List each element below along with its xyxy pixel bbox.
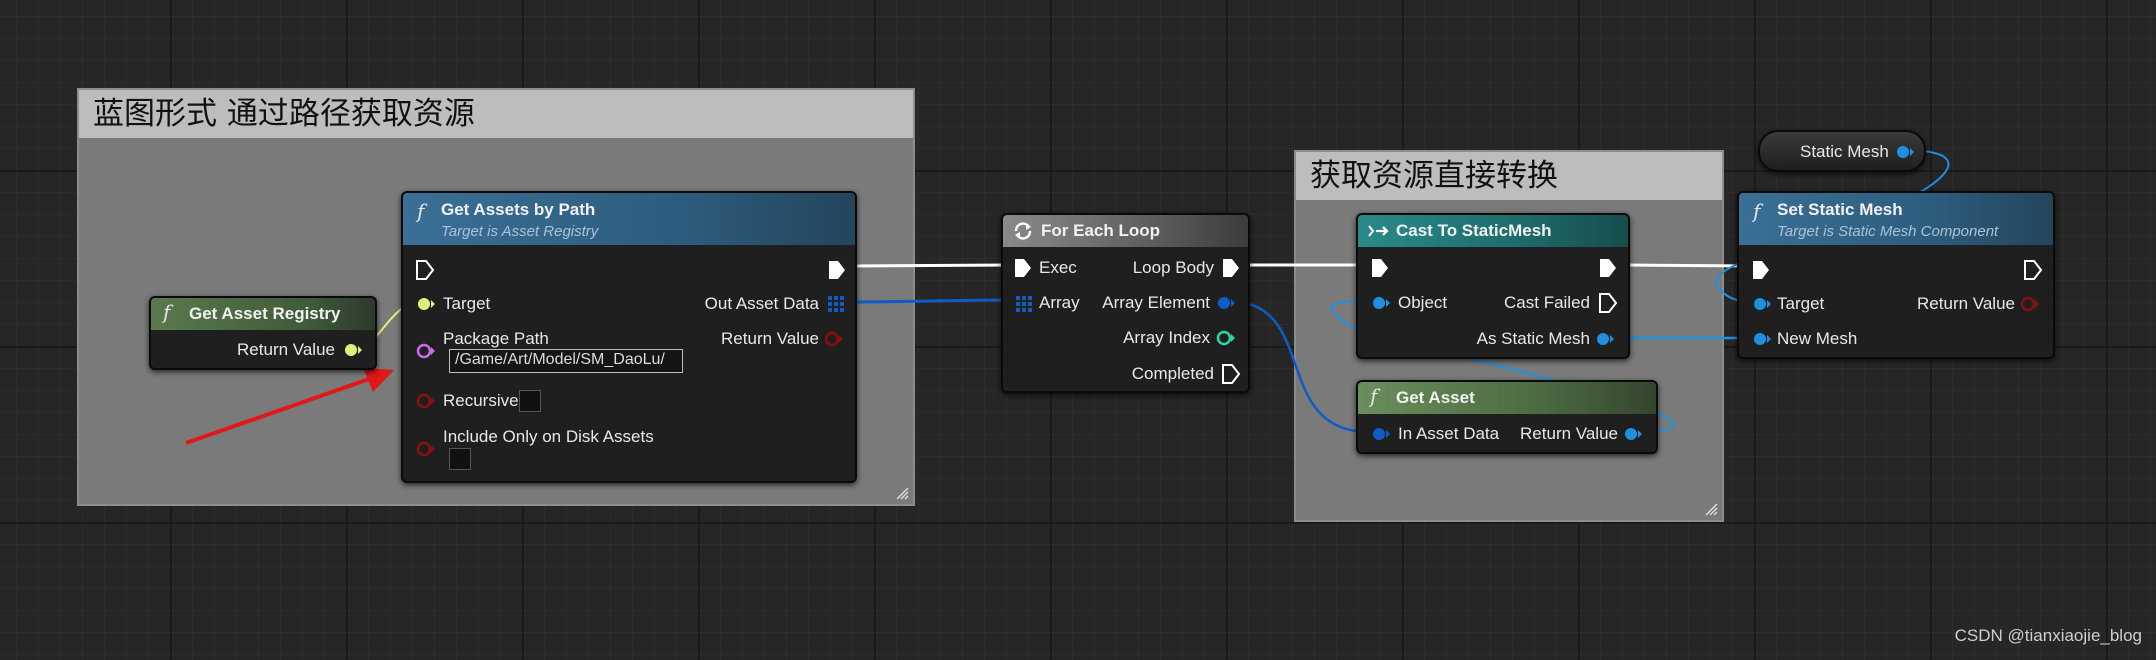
- cast-icon: [1368, 225, 1389, 237]
- node-get-asset-registry[interactable]: f Get Asset Registry Return Value: [149, 296, 377, 370]
- pin-label-object: Object: [1398, 293, 1448, 312]
- exec-in-pin-icon[interactable]: [415, 259, 435, 281]
- object-pin-icon[interactable]: [1894, 142, 1916, 162]
- pin-label-array: Array: [1039, 293, 1080, 312]
- array-pin-icon[interactable]: [827, 295, 845, 313]
- function-icon: f: [1370, 384, 1378, 408]
- node-for-each-loop[interactable]: For Each Loop Exec Array Loop Body Array…: [1001, 213, 1250, 393]
- object-pin-icon[interactable]: [1751, 294, 1773, 314]
- object-pin-icon[interactable]: [1594, 329, 1616, 349]
- node-get-asset[interactable]: f Get Asset In Asset Data Return Value: [1356, 380, 1658, 454]
- node-subtitle: Target is Static Mesh Component: [1777, 223, 1999, 240]
- exec-in-pin-icon[interactable]: [1013, 257, 1033, 279]
- string-pin-icon[interactable]: [415, 341, 437, 361]
- pin-label-new-mesh: New Mesh: [1777, 329, 1858, 348]
- function-icon: f: [417, 199, 425, 223]
- recursive-checkbox[interactable]: [519, 390, 541, 412]
- int-pin-icon[interactable]: [1215, 328, 1237, 348]
- pin-label-exec: Exec: [1039, 258, 1077, 277]
- annotation-arrow: [185, 368, 394, 445]
- registry-pin-icon[interactable]: [343, 340, 363, 360]
- node-header: Cast To StaticMesh: [1358, 215, 1628, 247]
- pin-label-cast-failed: Cast Failed: [1504, 293, 1590, 312]
- pin-label-out-asset-data: Out Asset Data: [704, 294, 819, 313]
- include-only-on-disk-checkbox[interactable]: [449, 448, 471, 470]
- pin-label-return-value: Return Value: [237, 340, 335, 359]
- bool-pin-icon[interactable]: [415, 439, 437, 459]
- package-path-input[interactable]: /Game/Art/Model/SM_DaoLu/: [449, 349, 683, 373]
- pin-label-loop-body: Loop Body: [1132, 258, 1214, 277]
- pin-label-completed: Completed: [1131, 364, 1214, 383]
- bool-pin-icon[interactable]: [823, 329, 845, 349]
- pin-label-as-static-mesh: As Static Mesh: [1476, 329, 1590, 348]
- pin-label-array-element: Array Element: [1102, 293, 1210, 312]
- array-pin-icon[interactable]: [1015, 295, 1033, 313]
- node-header: f Set Static Mesh Target is Static Mesh …: [1739, 193, 2053, 245]
- loop-icon: [1014, 222, 1032, 240]
- array-wire: [847, 298, 1013, 304]
- node-header: f Get Asset Registry: [151, 298, 375, 330]
- node-cast-to-static-mesh[interactable]: Cast To StaticMesh Object Cast Failed As…: [1356, 213, 1630, 359]
- node-header: f Get Asset: [1358, 382, 1656, 414]
- node-subtitle: Target is Asset Registry: [441, 223, 599, 240]
- exec-out-pin-icon[interactable]: [1221, 257, 1241, 279]
- node-header: f Get Assets by Path Target is Asset Reg…: [403, 193, 855, 245]
- node-header: For Each Loop: [1003, 215, 1248, 247]
- pin-label-target: Target: [443, 294, 491, 313]
- pin-label-target: Target: [1777, 294, 1825, 313]
- exec-out-pin-icon[interactable]: [827, 259, 847, 281]
- pin-label-package-path: Package Path: [443, 329, 549, 348]
- node-get-assets-by-path[interactable]: f Get Assets by Path Target is Asset Reg…: [401, 191, 857, 483]
- node-set-static-mesh[interactable]: f Set Static Mesh Target is Static Mesh …: [1737, 191, 2055, 359]
- exec-in-pin-icon[interactable]: [1751, 259, 1771, 281]
- node-title: Get Asset: [1396, 388, 1475, 407]
- function-icon: f: [163, 300, 171, 324]
- watermark: CSDN @tianxiaojie_blog: [1954, 626, 2142, 645]
- exec-out-pin-icon[interactable]: [1598, 292, 1618, 314]
- pin-label-include-only-on-disk: Include Only on Disk Assets: [443, 427, 654, 446]
- node-static-mesh-variable[interactable]: Static Mesh: [1758, 130, 1926, 172]
- exec-out-pin-icon[interactable]: [2023, 259, 2043, 281]
- variable-label: Static Mesh: [1800, 142, 1889, 161]
- pin-label-array-index: Array Index: [1123, 328, 1210, 347]
- node-title: Get Asset Registry: [189, 304, 341, 323]
- struct-pin-icon[interactable]: [1215, 293, 1237, 313]
- object-pin-icon[interactable]: [1370, 293, 1392, 313]
- node-title: Get Assets by Path: [441, 200, 596, 219]
- bool-pin-icon[interactable]: [2019, 294, 2041, 314]
- pin-label-return-value: Return Value: [1520, 424, 1618, 443]
- pin-label-recursive: Recursive: [443, 391, 519, 410]
- exec-wire: [847, 263, 1009, 268]
- exec-out-pin-icon[interactable]: [1221, 363, 1241, 385]
- target-pin-icon[interactable]: [415, 294, 437, 314]
- struct-pin-icon[interactable]: [1370, 424, 1392, 444]
- exec-in-pin-icon[interactable]: [1370, 257, 1390, 279]
- node-title: Cast To StaticMesh: [1396, 221, 1552, 240]
- object-pin-icon[interactable]: [1622, 424, 1644, 444]
- object-pin-icon[interactable]: [1751, 329, 1773, 349]
- pin-label-return-value: Return Value: [721, 329, 819, 348]
- exec-out-pin-icon[interactable]: [1598, 257, 1618, 279]
- node-title: Set Static Mesh: [1777, 200, 1903, 219]
- node-title: For Each Loop: [1041, 221, 1160, 240]
- pin-label-in-asset-data: In Asset Data: [1398, 424, 1500, 443]
- pin-label-return-value: Return Value: [1917, 294, 2015, 313]
- bool-pin-icon[interactable]: [415, 391, 437, 411]
- function-icon: f: [1753, 199, 1761, 223]
